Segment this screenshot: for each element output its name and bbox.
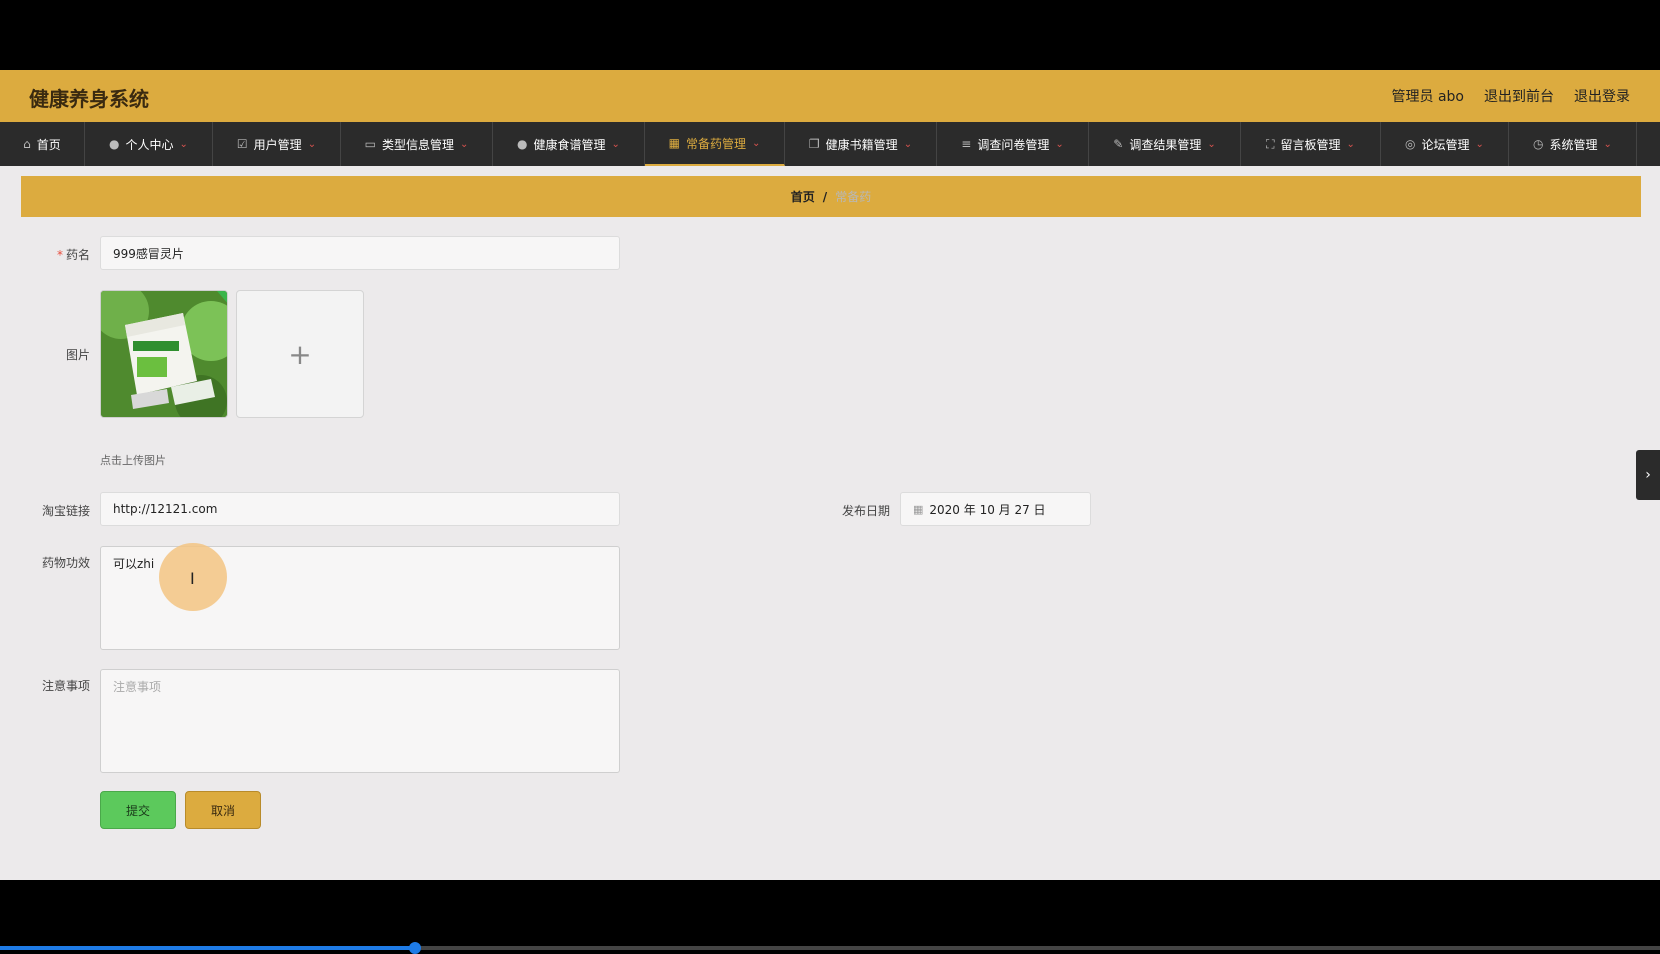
nav-item-9[interactable]: ⛶ 留言板管理 ⌄ [1241, 122, 1381, 166]
chevron-down-icon: ⌄ [751, 137, 761, 149]
nav-item-1[interactable]: ● 个人中心 ⌄ [85, 122, 213, 166]
copy-icon: ❐ [808, 137, 820, 151]
chevron-down-icon: ⌄ [1603, 138, 1612, 150]
nav-item-10[interactable]: ◎ 论坛管理 ⌄ [1381, 122, 1509, 166]
video-progress-bar[interactable] [0, 942, 1660, 954]
nav-item-label: 调查结果管理 [1129, 137, 1202, 152]
text-cursor-icon: I [190, 569, 195, 588]
nav-item-8[interactable]: ✎ 调查结果管理 ⌄ [1089, 122, 1241, 166]
taobao-link-input[interactable]: http://12121.com [100, 492, 620, 526]
notes-placeholder: 注意事项 [113, 680, 162, 694]
calendar-icon: ▦ [913, 502, 924, 516]
circle-icon: ◎ [1405, 137, 1416, 151]
pen-icon: ✎ [1113, 137, 1124, 151]
upload-image-button[interactable]: + [236, 290, 364, 418]
nav-item-label: 个人中心 [125, 137, 174, 152]
chevron-down-icon: ⌄ [1475, 138, 1484, 150]
nav-item-6[interactable]: ❐ 健康书籍管理 ⌄ [785, 122, 937, 166]
chevron-right-icon: › [1645, 467, 1651, 483]
chevron-down-icon: ⌄ [611, 138, 620, 150]
name-input[interactable]: 999感冒灵片 [100, 236, 620, 270]
nav-item-label: 用户管理 [253, 137, 302, 152]
nav-item-label: 首页 [36, 137, 61, 152]
nav-item-11[interactable]: ◷ 系统管理 ⌄ [1509, 122, 1637, 166]
image-label: 图片 [65, 348, 90, 362]
header-links: 管理员 abo 退出到前台 退出登录 [1392, 86, 1630, 106]
taobao-link-label: 淘宝链接 [41, 504, 90, 518]
publish-date-value: 2020 年 10 月 27 日 [929, 502, 1046, 517]
nav-item-7[interactable]: ≡ 调查问卷管理 ⌄ [937, 122, 1089, 166]
list-icon: ≡ [961, 137, 972, 151]
chevron-down-icon: ⌄ [1346, 138, 1355, 150]
nav-item-3[interactable]: ▭ 类型信息管理 ⌄ [341, 122, 493, 166]
publish-date-picker[interactable]: ▦ 2020 年 10 月 27 日 [900, 492, 1091, 526]
upload-hint: 点击上传图片 [100, 454, 166, 467]
nav-item-0[interactable]: ⌂ 首页 [0, 122, 85, 166]
exit-to-frontend-link[interactable]: 退出到前台 [1484, 86, 1554, 106]
chevron-down-icon: ⌄ [307, 138, 317, 150]
chevron-down-icon: ⌄ [903, 138, 913, 150]
admin-user-link[interactable]: 管理员 abo [1392, 86, 1464, 106]
nav-item-5[interactable]: ▦ 常备药管理 ⌄ [645, 122, 785, 166]
frame-icon: ⛶ [1266, 136, 1275, 151]
card-icon: ▭ [364, 137, 376, 151]
breadcrumb-current: 常备药 [835, 190, 872, 204]
nav-item-label: 调查问卷管理 [977, 137, 1050, 152]
medicine-image-thumbnail[interactable] [100, 290, 228, 418]
nav-item-label: 常备药管理 [685, 136, 746, 151]
app-title: 健康养身系统 [29, 87, 149, 111]
breadcrumb-separator: / [822, 189, 828, 204]
chevron-down-icon: ⌄ [1055, 138, 1064, 150]
chevron-down-icon: ⌄ [459, 138, 469, 150]
nav-item-label: 类型信息管理 [381, 137, 454, 152]
user-icon: ● [109, 137, 120, 151]
header: 健康养身系统 管理员 abo 退出到前台 退出登录 [0, 70, 1660, 122]
nav-item-4[interactable]: ● 健康食谱管理 ⌄ [493, 122, 645, 166]
checkbox-icon: ☑ [236, 137, 248, 151]
publish-date-label: 发布日期 [841, 504, 890, 518]
home-icon: ⌂ [23, 137, 31, 151]
top-nav: ⌂ 首页 ● 个人中心 ⌄ ☑ 用户管理 ⌄ ▭ 类型信息管理 ⌄ ● 健康食谱管理 ⌄ ▦ 常备药管理 ⌄ ❐ 健… [0, 122, 1660, 166]
nav-item-2[interactable]: ☑ 用户管理 ⌄ [213, 122, 341, 166]
nav-item-label: 系统管理 [1549, 137, 1598, 152]
chevron-down-icon: ⌄ [1207, 138, 1216, 150]
notes-textarea[interactable]: 注意事项 [100, 669, 620, 773]
video-progress-knob[interactable] [409, 942, 421, 954]
breadcrumb: 首页 / 常备药 [21, 176, 1641, 217]
clock-icon: ◷ [1533, 137, 1544, 151]
cancel-button[interactable]: 取消 [185, 791, 261, 829]
efficacy-label: 药物功效 [41, 556, 90, 570]
notes-label: 注意事项 [41, 679, 90, 693]
video-progress-fill [0, 946, 415, 950]
nav-item-label: 论坛管理 [1421, 137, 1470, 152]
side-expand-tab[interactable]: › [1636, 450, 1660, 500]
nav-item-label: 健康书籍管理 [825, 137, 898, 152]
nav-item-label: 留言板管理 [1280, 137, 1341, 152]
chevron-down-icon: ⌄ [179, 138, 188, 150]
nav-item-label: 健康食谱管理 [533, 137, 606, 152]
breadcrumb-home[interactable]: 首页 [791, 188, 815, 205]
name-label: * 药名 [56, 248, 90, 262]
submit-button[interactable]: 提交 [100, 791, 176, 829]
logout-link[interactable]: 退出登录 [1574, 86, 1630, 106]
user-icon: ● [517, 137, 528, 151]
grid-icon: ▦ [668, 136, 680, 150]
